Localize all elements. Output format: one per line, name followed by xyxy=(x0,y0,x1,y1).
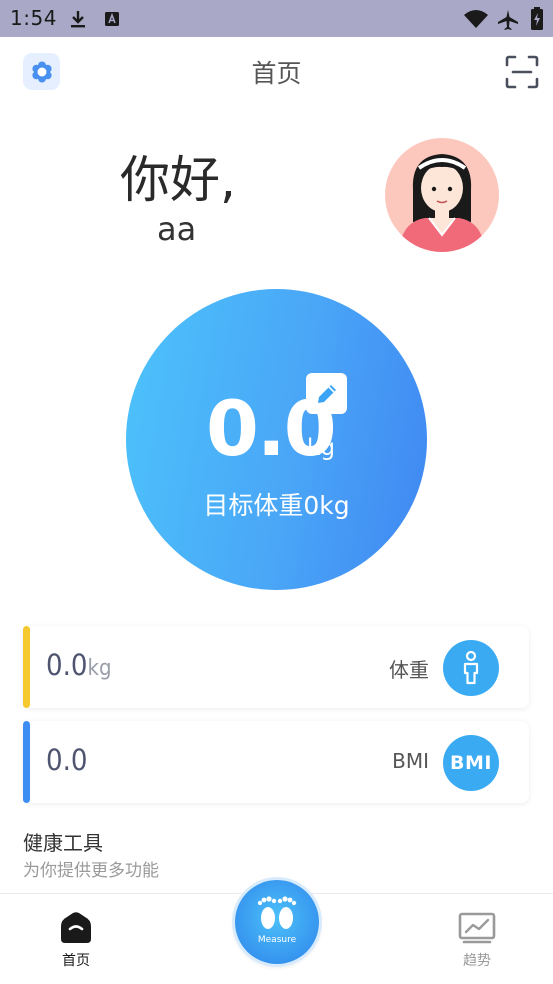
nav-trend[interactable]: 趋势 xyxy=(456,912,498,970)
app-bar: 首页 xyxy=(0,37,553,107)
status-bar: 1:54 xyxy=(0,0,553,37)
weight-card-label: 体重 xyxy=(389,658,429,682)
weight-unit: kg xyxy=(307,435,335,461)
battery-charging-icon xyxy=(531,7,543,30)
avatar[interactable] xyxy=(385,138,499,252)
weight-card[interactable]: 0.0kg 体重 xyxy=(23,626,529,708)
health-tools-title: 健康工具 xyxy=(23,831,103,855)
status-time: 1:54 xyxy=(10,6,57,30)
trend-chart-icon xyxy=(458,912,496,944)
download-icon xyxy=(71,11,85,28)
weight-card-accent xyxy=(23,626,30,708)
pencil-icon xyxy=(317,384,336,403)
weight-card-unit: kg xyxy=(87,656,112,681)
greeting-title: 你好, xyxy=(120,151,236,209)
weight-card-value: 0.0kg xyxy=(46,648,112,682)
weight-display-circle: 0.0 kg 目标体重0kg xyxy=(126,289,427,590)
page-title: 首页 xyxy=(251,59,302,88)
target-weight-text: 目标体重0kg xyxy=(203,491,350,520)
user-name: aa xyxy=(157,210,197,248)
app-notification-icon xyxy=(105,12,119,26)
bmi-icon-text: BMI xyxy=(450,752,492,774)
scan-button[interactable] xyxy=(505,55,539,89)
home-icon xyxy=(61,912,91,943)
nav-trend-label: 趋势 xyxy=(463,953,491,969)
nav-home-label: 首页 xyxy=(62,953,90,969)
airplane-mode-icon xyxy=(498,10,518,30)
wifi-icon xyxy=(464,10,488,28)
bmi-icon: BMI xyxy=(443,735,499,791)
bmi-card[interactable]: 0.0 BMI BMI xyxy=(23,721,529,803)
bmi-card-label: BMI xyxy=(392,749,429,773)
weight-card-number: 0.0 xyxy=(46,648,88,682)
nav-home[interactable]: 首页 xyxy=(56,912,96,970)
bmi-card-value: 0.0 xyxy=(46,743,88,777)
bmi-card-accent xyxy=(23,721,30,803)
health-tools-subtitle: 为你提供更多功能 xyxy=(23,861,159,881)
bottom-nav: 首页 Measure 趋势 xyxy=(0,880,553,984)
measure-button[interactable]: Measure xyxy=(235,880,319,964)
footprints-icon xyxy=(257,896,297,929)
person-icon xyxy=(443,640,499,696)
measure-label: Measure xyxy=(257,935,297,945)
avatar-illustration xyxy=(399,154,485,252)
edit-weight-button[interactable] xyxy=(306,373,347,414)
